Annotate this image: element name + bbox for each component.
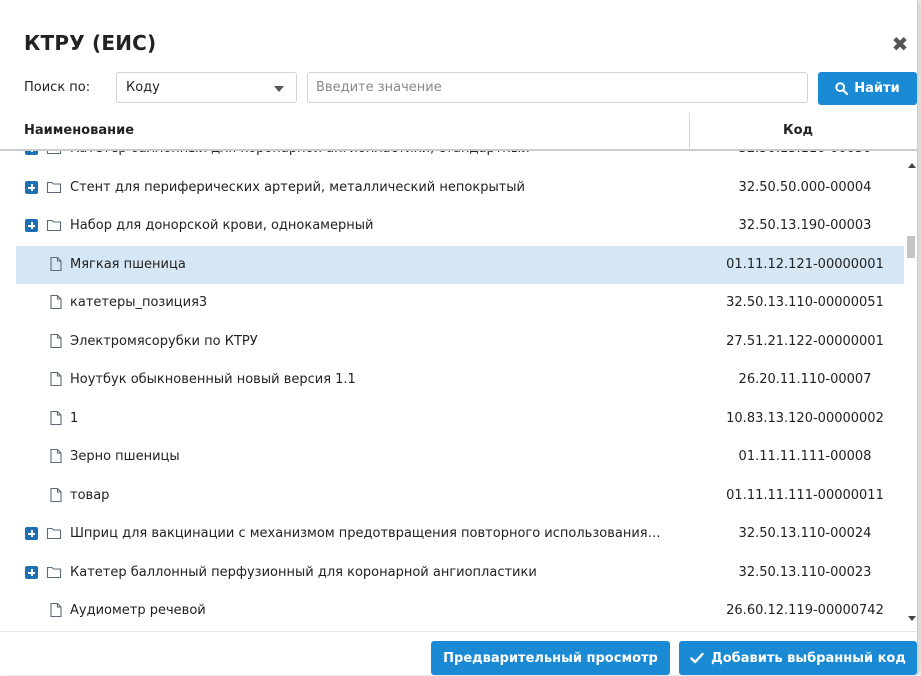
- row-name: Шприц для вакцинации с механизмом предот…: [70, 526, 661, 541]
- file-icon: [48, 371, 64, 387]
- expand-icon[interactable]: [25, 565, 38, 579]
- table-header: Наименование Код: [0, 113, 917, 151]
- row-code: 32.50.13.110-00023: [738, 564, 872, 580]
- table-row[interactable]: Ноутбук обыкновенный новый версия 1.1 26.…: [16, 361, 904, 399]
- file-icon: [48, 602, 64, 618]
- ktru-dialog: КТРУ (ЕИС) ✖ Поиск по: Коду Найти Наимен…: [0, 0, 918, 675]
- column-header-code[interactable]: Код: [783, 123, 813, 138]
- expand-icon[interactable]: [25, 527, 38, 540]
- expand-icon[interactable]: [25, 219, 38, 232]
- check-icon: [690, 652, 704, 664]
- preview-button[interactable]: Предварительный просмотр: [431, 641, 670, 675]
- row-name: Стент для периферических артерий, металл…: [70, 179, 525, 195]
- search-input[interactable]: [307, 72, 808, 103]
- table-row[interactable]: Аудиометр речевой 26.60.12.119-00000742: [16, 592, 904, 630]
- add-selected-code-button[interactable]: Добавить выбранный код: [679, 641, 917, 675]
- row-name: Аудиометр речевой: [70, 603, 206, 618]
- dialog-title: КТРУ (ЕИС): [24, 31, 157, 55]
- row-code: 27.51.21.122-00000001: [726, 333, 884, 349]
- table-row[interactable]: товар 01.11.11.111-00000011: [16, 477, 904, 515]
- row-code: 26.60.12.119-00000742: [726, 603, 884, 618]
- close-icon[interactable]: ✖: [888, 32, 912, 56]
- file-icon: [48, 256, 64, 272]
- scroll-thumb[interactable]: [907, 236, 915, 258]
- find-button[interactable]: Найти: [818, 72, 917, 105]
- row-code: 01.11.11.111-00000011: [726, 487, 884, 503]
- file-icon: [48, 487, 64, 503]
- scroll-up-icon[interactable]: [908, 163, 916, 168]
- table-body: Катетер баллонный для коронарной ангиопл…: [0, 151, 905, 631]
- search-icon: [835, 82, 849, 95]
- table-row[interactable]: Электромясорубки по КТРУ 27.51.21.122-000…: [16, 323, 904, 361]
- search-label: Поиск по:: [24, 80, 91, 95]
- search-by-value: Коду: [126, 80, 160, 95]
- row-name: катетеры_позиция3: [70, 295, 208, 310]
- add-selected-code-label: Добавить выбранный код: [711, 650, 906, 666]
- table-row[interactable]: Катетер баллонный перфузионный для корон…: [16, 554, 904, 592]
- row-code: 32.50.13.110-00024: [738, 526, 872, 541]
- row-code: 01.11.12.121-00000001: [726, 256, 884, 272]
- folder-icon: [46, 525, 62, 541]
- search-by-select[interactable]: Коду: [116, 72, 297, 103]
- dialog-footer: Предварительный просмотр Добавить выбран…: [0, 631, 917, 676]
- file-icon: [48, 448, 64, 464]
- table-row[interactable]: Шприц для вакцинации с механизмом предот…: [16, 515, 904, 553]
- folder-icon: [46, 179, 62, 195]
- row-code: 10.83.13.120-00000002: [726, 410, 884, 426]
- row-name: Катетер баллонный для коронарной ангиопл…: [70, 151, 530, 156]
- row-name: Зерно пшеницы: [70, 449, 180, 464]
- table-row[interactable]: Зерно пшеницы 01.11.11.111-00008: [16, 438, 904, 476]
- file-icon: [48, 294, 64, 310]
- row-name: Набор для донорской крови, однокамерный: [70, 218, 374, 233]
- table-row[interactable]: катетеры_позиция3 32.50.13.110-00000051: [16, 284, 904, 322]
- row-code: 32.50.13.110-00000051: [726, 295, 884, 310]
- row-name: Катетер баллонный перфузионный для корон…: [70, 564, 537, 580]
- column-divider[interactable]: [689, 113, 690, 151]
- row-name: Электромясорубки по КТРУ: [70, 333, 258, 349]
- column-header-name[interactable]: Наименование: [24, 123, 134, 138]
- table-row[interactable]: 1 10.83.13.120-00000002: [16, 400, 904, 438]
- table-row[interactable]: Стент для периферических артерий, металл…: [16, 169, 904, 207]
- vertical-scrollbar[interactable]: [905, 151, 917, 631]
- row-code: 32.50.50.000-00004: [738, 179, 872, 195]
- folder-icon: [46, 217, 62, 233]
- table-row[interactable]: Катетер баллонный для коронарной ангиопл…: [16, 151, 904, 168]
- file-icon: [48, 333, 64, 349]
- chevron-down-icon: [274, 86, 284, 92]
- folder-icon: [46, 564, 62, 580]
- table-row[interactable]: Набор для донорской крови, однокамерный 3…: [16, 207, 904, 245]
- row-name: товар: [70, 487, 110, 503]
- row-code: 26.20.11.110-00007: [738, 372, 872, 387]
- row-code: 32.50.13.190-00003: [738, 218, 872, 233]
- row-name: Мягкая пшеница: [70, 256, 186, 272]
- file-icon: [48, 410, 64, 426]
- row-code: 32.50.13.110-00030: [706, 151, 904, 156]
- row-name: 1: [70, 410, 79, 426]
- row-name: Ноутбук обыкновенный новый версия 1.1: [70, 372, 356, 387]
- find-button-label: Найти: [854, 81, 900, 96]
- expand-icon[interactable]: [25, 151, 38, 155]
- expand-icon[interactable]: [25, 180, 38, 194]
- row-code: 01.11.11.111-00008: [738, 449, 872, 464]
- folder-icon: [46, 151, 62, 156]
- table-row[interactable]: Мягкая пшеница 01.11.12.121-00000001: [16, 245, 904, 284]
- scroll-down-icon[interactable]: [908, 616, 916, 621]
